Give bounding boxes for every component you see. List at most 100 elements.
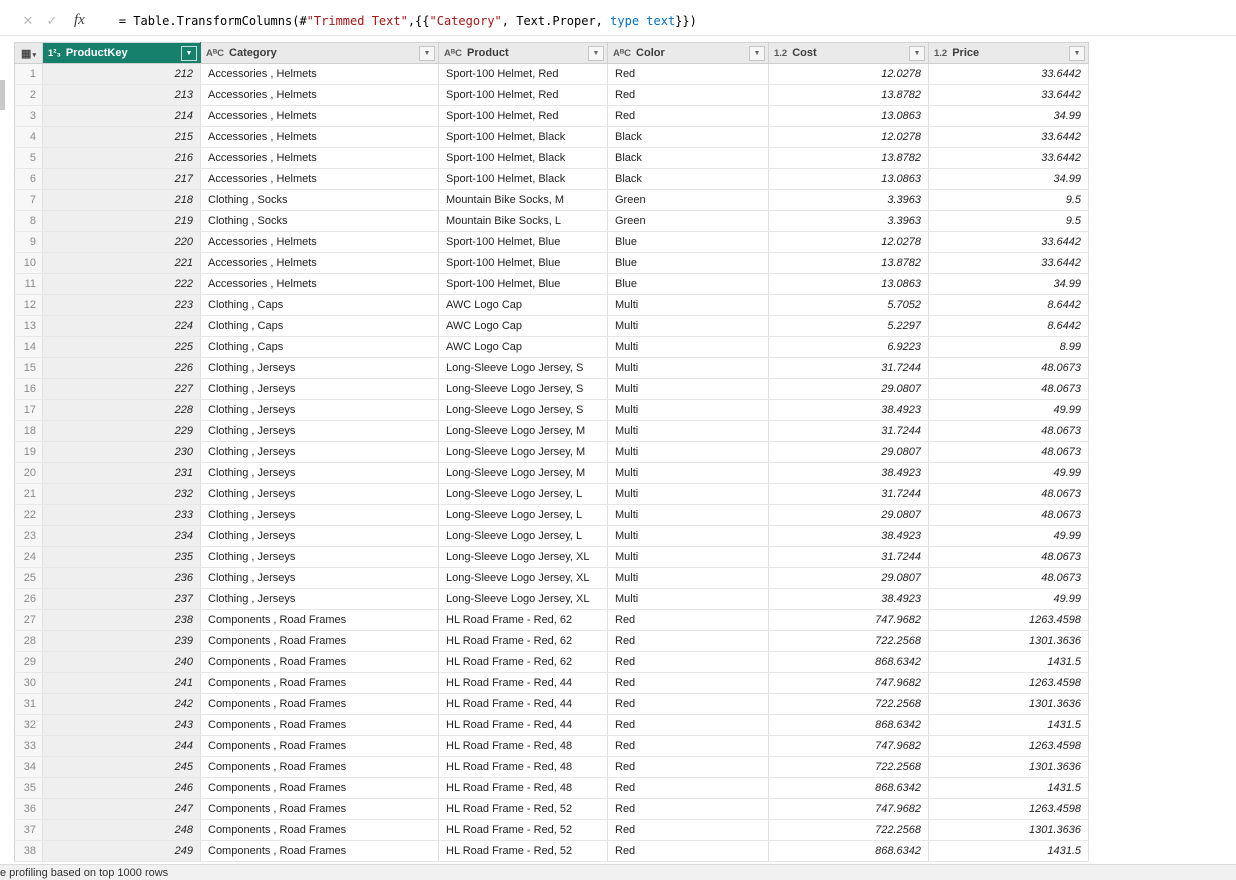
cell[interactable]: HL Road Frame - Red, 44 xyxy=(438,714,608,736)
cell[interactable]: Blue xyxy=(607,273,769,295)
cell[interactable]: 33.6442 xyxy=(928,147,1089,169)
cell[interactable]: Multi xyxy=(607,399,769,421)
cell[interactable]: 222 xyxy=(42,273,201,295)
cell[interactable]: 747.9682 xyxy=(768,798,929,820)
cell[interactable]: HL Road Frame - Red, 48 xyxy=(438,735,608,757)
cell[interactable]: 228 xyxy=(42,399,201,421)
cell[interactable]: 33.6442 xyxy=(928,63,1089,85)
cell[interactable]: Red xyxy=(607,819,769,841)
cell[interactable]: Long-Sleeve Logo Jersey, XL xyxy=(438,588,608,610)
cell[interactable]: 239 xyxy=(42,630,201,652)
column-header-product[interactable]: AᴮC Product ▼ xyxy=(438,42,608,64)
cell[interactable]: Clothing , Jerseys xyxy=(200,357,439,379)
column-header-category[interactable]: AᴮC Category ▼ xyxy=(200,42,439,64)
cell[interactable]: 9.5 xyxy=(928,189,1089,211)
cell[interactable]: Red xyxy=(607,798,769,820)
cell[interactable]: Clothing , Socks xyxy=(200,189,439,211)
cell[interactable]: 242 xyxy=(42,693,201,715)
row-number[interactable]: 23 xyxy=(14,525,43,547)
cell[interactable]: 13.0863 xyxy=(768,105,929,127)
row-number[interactable]: 27 xyxy=(14,609,43,631)
filter-button[interactable]: ▼ xyxy=(909,45,925,61)
cell[interactable]: AWC Logo Cap xyxy=(438,294,608,316)
cell[interactable]: 215 xyxy=(42,126,201,148)
cell[interactable]: 238 xyxy=(42,609,201,631)
row-number[interactable]: 6 xyxy=(14,168,43,190)
cell[interactable]: 244 xyxy=(42,735,201,757)
cell[interactable]: 33.6442 xyxy=(928,126,1089,148)
row-number[interactable]: 36 xyxy=(14,798,43,820)
cell[interactable]: 214 xyxy=(42,105,201,127)
cell[interactable]: Clothing , Caps xyxy=(200,315,439,337)
cell[interactable]: 240 xyxy=(42,651,201,673)
row-number[interactable]: 33 xyxy=(14,735,43,757)
cell[interactable]: Long-Sleeve Logo Jersey, S xyxy=(438,378,608,400)
cell[interactable]: Components , Road Frames xyxy=(200,609,439,631)
cell[interactable]: Components , Road Frames xyxy=(200,777,439,799)
row-number[interactable]: 14 xyxy=(14,336,43,358)
cell[interactable]: Components , Road Frames xyxy=(200,756,439,778)
cell[interactable]: Sport-100 Helmet, Black xyxy=(438,168,608,190)
cell[interactable]: 747.9682 xyxy=(768,609,929,631)
row-number[interactable]: 17 xyxy=(14,399,43,421)
cell[interactable]: Clothing , Jerseys xyxy=(200,483,439,505)
cell[interactable]: HL Road Frame - Red, 44 xyxy=(438,672,608,694)
cell[interactable]: 13.0863 xyxy=(768,168,929,190)
cell[interactable]: 868.6342 xyxy=(768,651,929,673)
cell[interactable]: 1301.3636 xyxy=(928,756,1089,778)
cell[interactable]: Sport-100 Helmet, Red xyxy=(438,84,608,106)
cell[interactable]: 34.99 xyxy=(928,168,1089,190)
row-number[interactable]: 37 xyxy=(14,819,43,841)
cell[interactable]: HL Road Frame - Red, 62 xyxy=(438,651,608,673)
cell[interactable]: 233 xyxy=(42,504,201,526)
row-number[interactable]: 38 xyxy=(14,840,43,862)
row-number[interactable]: 13 xyxy=(14,315,43,337)
cell[interactable]: 747.9682 xyxy=(768,735,929,757)
cell[interactable]: HL Road Frame - Red, 48 xyxy=(438,756,608,778)
cell[interactable]: Multi xyxy=(607,294,769,316)
cell[interactable]: 33.6442 xyxy=(928,231,1089,253)
cell[interactable]: 1301.3636 xyxy=(928,693,1089,715)
cell[interactable]: Accessories , Helmets xyxy=(200,231,439,253)
cell[interactable]: 5.7052 xyxy=(768,294,929,316)
cell[interactable]: 1301.3636 xyxy=(928,630,1089,652)
cell[interactable]: 241 xyxy=(42,672,201,694)
cell[interactable]: HL Road Frame - Red, 44 xyxy=(438,693,608,715)
cell[interactable]: Clothing , Jerseys xyxy=(200,567,439,589)
cell[interactable]: Long-Sleeve Logo Jersey, M xyxy=(438,441,608,463)
cell[interactable]: 232 xyxy=(42,483,201,505)
cell[interactable]: Sport-100 Helmet, Blue xyxy=(438,273,608,295)
cell[interactable]: 6.9223 xyxy=(768,336,929,358)
cell[interactable]: 48.0673 xyxy=(928,567,1089,589)
cell[interactable]: 234 xyxy=(42,525,201,547)
row-number[interactable]: 16 xyxy=(14,378,43,400)
cell[interactable]: 1263.4598 xyxy=(928,609,1089,631)
row-number[interactable]: 4 xyxy=(14,126,43,148)
cell[interactable]: Mountain Bike Socks, M xyxy=(438,189,608,211)
cell[interactable]: 38.4923 xyxy=(768,588,929,610)
cell[interactable]: 48.0673 xyxy=(928,357,1089,379)
cell[interactable]: 31.7244 xyxy=(768,483,929,505)
cell[interactable]: Long-Sleeve Logo Jersey, L xyxy=(438,483,608,505)
row-number[interactable]: 9 xyxy=(14,231,43,253)
row-number[interactable]: 25 xyxy=(14,567,43,589)
cell[interactable]: Components , Road Frames xyxy=(200,735,439,757)
cell[interactable]: 29.0807 xyxy=(768,504,929,526)
cell[interactable]: Clothing , Jerseys xyxy=(200,399,439,421)
cell[interactable]: 38.4923 xyxy=(768,525,929,547)
cell[interactable]: Clothing , Jerseys xyxy=(200,588,439,610)
cell[interactable]: 722.2568 xyxy=(768,693,929,715)
cell[interactable]: AWC Logo Cap xyxy=(438,336,608,358)
cell[interactable]: 3.3963 xyxy=(768,210,929,232)
cell[interactable]: HL Road Frame - Red, 62 xyxy=(438,630,608,652)
cell[interactable]: Green xyxy=(607,189,769,211)
row-number[interactable]: 28 xyxy=(14,630,43,652)
cell[interactable]: Components , Road Frames xyxy=(200,840,439,862)
cell[interactable]: Components , Road Frames xyxy=(200,651,439,673)
cell[interactable]: 8.6442 xyxy=(928,315,1089,337)
cell[interactable]: HL Road Frame - Red, 52 xyxy=(438,798,608,820)
cell[interactable]: Clothing , Caps xyxy=(200,336,439,358)
cell[interactable]: Red xyxy=(607,84,769,106)
cell[interactable]: Long-Sleeve Logo Jersey, S xyxy=(438,357,608,379)
cell[interactable]: 31.7244 xyxy=(768,546,929,568)
